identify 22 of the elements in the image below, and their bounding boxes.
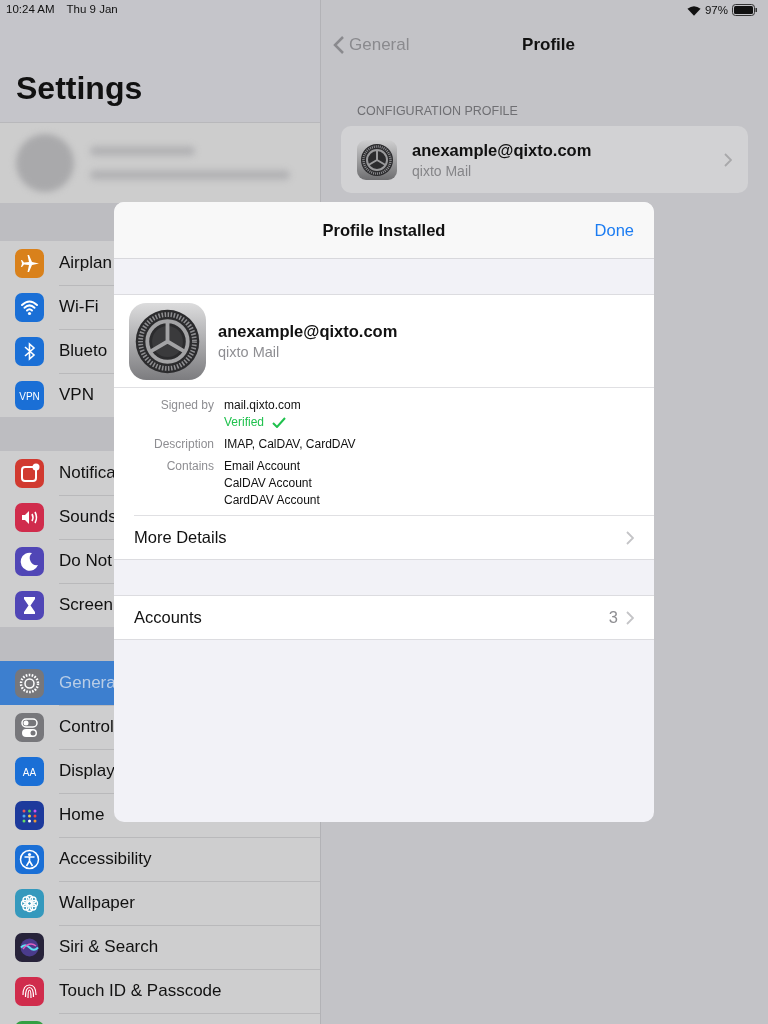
detail-value: mail.qixto.com — [224, 398, 301, 412]
profile-email: anexample@qixto.com — [218, 322, 399, 341]
detail-label: Description — [152, 437, 214, 451]
battery-percent: 97% — [704, 4, 728, 16]
page-title: Profile — [522, 35, 575, 55]
profile-org: qixto Mail — [218, 344, 281, 360]
status-date: Thu 9 Jan — [66, 3, 118, 15]
sheet-title: Profile Installed — [322, 220, 446, 240]
verified-label: Verified — [224, 415, 265, 429]
profile-email: anexample@qixto.com — [412, 140, 593, 160]
detail-value: CardDAV Account — [224, 493, 320, 507]
detail-value: CalDAV Account — [224, 476, 313, 490]
detail-label: Signed by — [159, 398, 214, 414]
detail-value: Email Account — [224, 459, 302, 473]
settings-icon: VPN — [15, 380, 44, 410]
status-time: 10:24 AM — [6, 3, 55, 15]
profile-org: qixto Mail — [412, 162, 473, 179]
section-header: CONFIGURATION PROFILE — [357, 104, 519, 118]
detail-label: Contains — [165, 459, 214, 475]
detail-value: IMAP, CalDAV, CardDAV — [224, 437, 356, 451]
settings-title: Settings — [16, 70, 144, 107]
settings-icon: AA — [15, 756, 44, 786]
